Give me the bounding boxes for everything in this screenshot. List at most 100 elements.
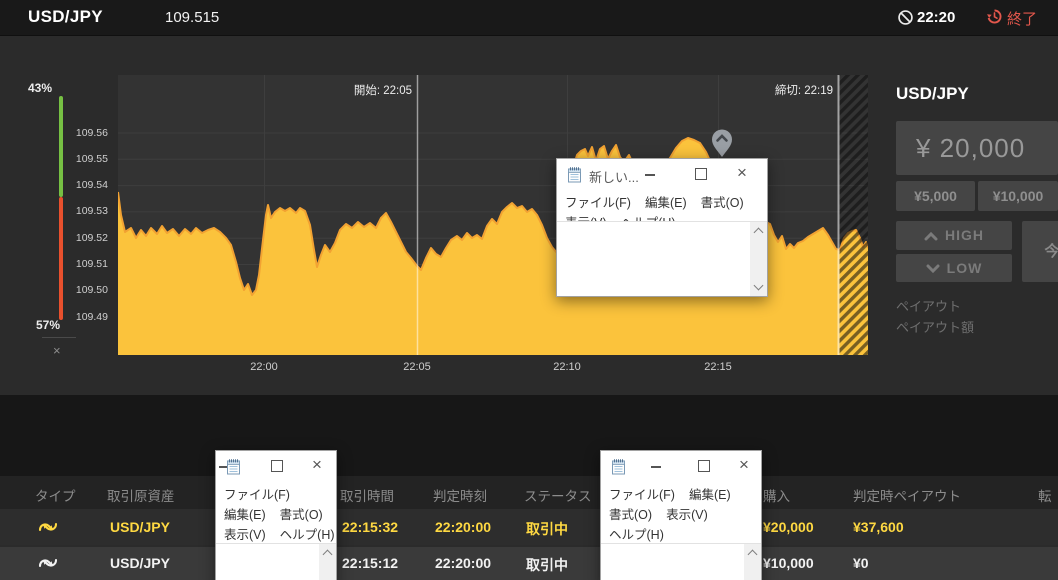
cell-asset: USD/JPY	[110, 519, 170, 535]
cell-status: 取引中	[526, 557, 568, 573]
menu-item[interactable]: 編集(E)	[645, 193, 687, 213]
cell-asset: USD/JPY	[110, 555, 170, 571]
notepad-window[interactable]: × ファイル(F) 編集(E) 書式(O) 表示(V) ヘルプ(H)	[215, 450, 337, 580]
menu-item[interactable]: ヘルプ(H)	[609, 525, 664, 545]
notepad-title-bar[interactable]: ×	[601, 451, 761, 481]
window-title: 新しい...	[589, 170, 639, 185]
menu-item[interactable]: 編集(E)	[689, 485, 731, 505]
low-button[interactable]: LOW	[896, 254, 1012, 282]
table-row[interactable]: USD/JPY 22:15:32 22:20:00 取引中 ¥20,000 ¥3…	[0, 509, 1058, 545]
scrollbar[interactable]	[744, 544, 761, 580]
x-tick: 22:15	[704, 361, 732, 373]
menu-item[interactable]: 表示(V)	[666, 505, 708, 525]
menu-item[interactable]: ファイル(F)	[224, 485, 290, 505]
notepad-text-area[interactable]	[557, 221, 767, 296]
notepad-icon	[567, 166, 582, 188]
notepad-icon	[611, 458, 626, 480]
y-tick: 109.56	[75, 127, 108, 139]
deadline-label: 締切: 22:19	[774, 85, 833, 97]
minimize-button[interactable]	[645, 174, 655, 176]
y-tick: 109.53	[75, 205, 108, 217]
maximize-button[interactable]	[271, 460, 283, 472]
menu-item[interactable]: ヘルプ(H)	[280, 525, 335, 545]
countdown-clock: 22:20	[917, 9, 956, 26]
col-type: タイプ	[35, 489, 76, 504]
y-tick: 109.50	[75, 284, 108, 296]
gauge-close-icon[interactable]: ×	[53, 343, 61, 358]
options-detail-band: 購入オプション詳細 全ての取	[0, 395, 1058, 476]
scrollbar[interactable]	[319, 544, 336, 580]
cell-purchase: ¥10,000	[763, 555, 814, 571]
gauge-divider	[42, 337, 76, 338]
cell-purchase: ¥20,000	[763, 519, 814, 535]
close-icon[interactable]: ×	[739, 455, 749, 475]
notepad-title-bar[interactable]: 新しい... ×	[557, 159, 767, 189]
end-trade-button[interactable]: 終了	[1007, 8, 1037, 29]
notepad-window[interactable]: 新しい... × ファイル(F)編集(E)書式(O)表示(V)ヘルプ(H)	[556, 158, 768, 297]
buy-now-button[interactable]: 今	[1022, 221, 1058, 282]
col-decision-time: 判定時刻	[433, 489, 487, 504]
notepad-window[interactable]: × ファイル(F) 編集(E) 書式(O) 表示(V) ヘルプ(H)	[600, 450, 762, 580]
y-tick: 109.52	[75, 232, 108, 244]
y-tick: 109.55	[75, 153, 108, 165]
pair-title: USD/JPY	[28, 7, 103, 26]
payout-amount-label: ペイアウト額	[896, 320, 975, 335]
no-entry-icon	[897, 9, 914, 31]
high-button[interactable]: HIGH	[896, 221, 1012, 250]
menu-item[interactable]: 書式(O)	[609, 505, 652, 525]
menu-item[interactable]: 書式(O)	[280, 505, 323, 525]
trades-table-header: タイプ 取引原資産 取引時間 判定時刻 ステータス 購入 判定時ペイアウト 転	[0, 476, 1058, 509]
high-label: HIGH	[945, 227, 984, 243]
minimize-button[interactable]	[651, 466, 661, 468]
amount-input[interactable]: ¥ 20,000	[896, 121, 1058, 175]
payout-label: ペイアウト	[896, 299, 962, 314]
cell-trade-time: 22:15:32	[342, 519, 399, 535]
col-purchase: 購入	[763, 489, 790, 504]
locked-period-hatch	[839, 75, 868, 355]
x-tick: 22:05	[403, 361, 431, 373]
notepad-text-area[interactable]	[601, 543, 761, 580]
maximize-button[interactable]	[695, 168, 707, 180]
scroll-down-icon[interactable]	[753, 280, 764, 291]
col-resell: 転	[1038, 489, 1052, 504]
cell-decision-time: 22:20:00	[435, 555, 492, 571]
y-tick: 109.54	[75, 179, 108, 191]
menu-item[interactable]: 編集(E)	[224, 505, 266, 525]
cell-payout: ¥37,600	[853, 519, 904, 535]
gauge-low-percent: 57%	[36, 318, 61, 332]
col-asset: 取引原資産	[107, 489, 175, 504]
close-icon[interactable]: ×	[312, 455, 322, 475]
col-status: ステータス	[524, 489, 592, 504]
notepad-title-bar[interactable]: ×	[216, 451, 336, 481]
quick-amount-5000-button[interactable]: ¥5,000	[896, 181, 975, 211]
panel-pair-title: USD/JPY	[896, 84, 969, 103]
turbo-trade-icon	[36, 555, 60, 576]
chevron-down-icon	[926, 255, 940, 283]
cell-trade-time: 22:15:12	[342, 555, 399, 571]
close-icon[interactable]: ×	[737, 163, 747, 183]
quick-amount-10000-button[interactable]: ¥10,000	[978, 181, 1058, 211]
cell-status: 取引中	[526, 521, 568, 537]
start-time-label: 開始: 22:05	[353, 85, 412, 97]
scroll-up-icon[interactable]	[322, 549, 333, 560]
notepad-text-area[interactable]	[216, 543, 336, 580]
notepad-menu: ファイル(F)編集(E) 書式(O) 表示(V) ヘルプ(H)	[216, 481, 336, 547]
x-tick: 22:10	[553, 361, 581, 373]
y-tick: 109.51	[75, 258, 108, 270]
menu-item[interactable]: ファイル(F)	[565, 193, 631, 213]
scroll-up-icon[interactable]	[753, 227, 764, 238]
scrollbar[interactable]	[750, 222, 767, 296]
menu-item[interactable]: ファイル(F)	[609, 485, 675, 505]
menu-item[interactable]: 表示(V)	[224, 525, 266, 545]
scroll-up-icon[interactable]	[747, 549, 758, 560]
gauge-high-percent: 43%	[28, 81, 53, 95]
maximize-button[interactable]	[698, 460, 710, 472]
x-tick: 22:00	[250, 361, 278, 373]
notepad-menu: ファイル(F) 編集(E) 書式(O) 表示(V)ヘルプ(H)	[601, 481, 761, 547]
table-row[interactable]: USD/JPY 22:15:12 22:20:00 取引中 ¥10,000 ¥0	[0, 547, 1058, 580]
trading-platform: USD/JPY 109.515 22:20 終了 43% 57% × 開始: 2…	[0, 0, 1058, 580]
top-bar: USD/JPY 109.515 22:20 終了	[0, 0, 1058, 36]
history-clock-icon	[986, 8, 1003, 30]
cell-payout: ¥0	[853, 555, 869, 571]
menu-item[interactable]: 書式(O)	[701, 193, 744, 213]
